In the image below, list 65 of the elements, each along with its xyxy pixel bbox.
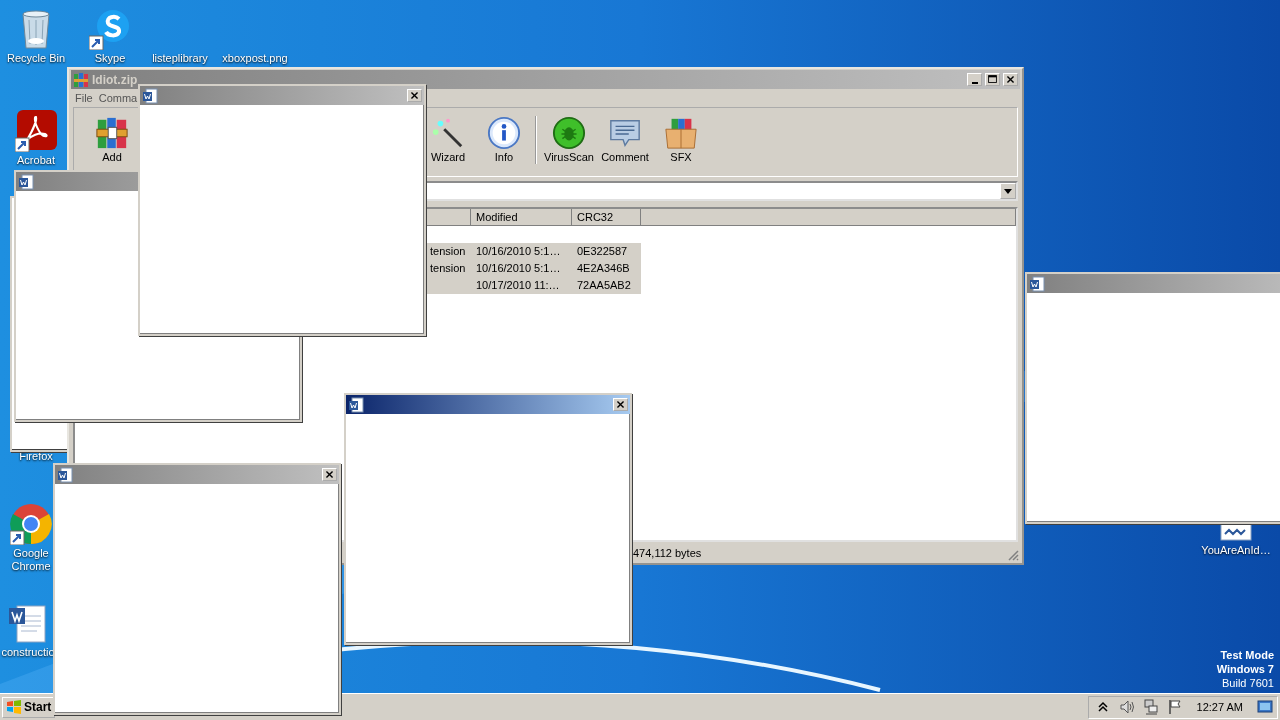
table-cell-text: 4E2A346B <box>576 261 631 276</box>
close-button[interactable] <box>1003 73 1018 86</box>
clock[interactable]: 12:27 AM <box>1196 701 1243 713</box>
table-cell-text: tension <box>429 244 467 259</box>
books-icon <box>95 116 129 150</box>
document-icon <box>57 466 73 483</box>
toolbar-button[interactable]: Info <box>476 114 532 165</box>
table-cell-text: 0E322587 <box>576 244 629 259</box>
desktop-icon-label[interactable]: Firefox <box>19 450 53 463</box>
column-header[interactable]: CRC32 <box>572 209 641 226</box>
os-notice-text: Windows 7 <box>1216 662 1274 676</box>
browser-icon[interactable] <box>10 503 52 545</box>
document-icon <box>142 87 158 104</box>
menu-item[interactable]: Comma <box>98 92 138 104</box>
close-icon <box>614 398 627 411</box>
column-header[interactable]: Modified <box>471 209 572 226</box>
document-icon <box>18 173 34 190</box>
minimize-button[interactable] <box>967 73 982 86</box>
desktop-icon-label[interactable]: xboxpost.png <box>222 52 288 65</box>
magic-wand-icon <box>431 116 465 150</box>
table-cell-text: 10/17/2010 11:… <box>475 278 561 293</box>
windows-logo-icon <box>6 699 22 715</box>
desktop-icon-label[interactable]: listeplibrary <box>152 52 208 65</box>
show-desktop-icon[interactable] <box>1257 699 1273 715</box>
pdf-app-icon[interactable] <box>15 110 57 152</box>
document-icon[interactable] <box>7 602 49 644</box>
desktop-icon-label[interactable]: Google Chrome <box>5 547 57 573</box>
flag-icon[interactable] <box>1166 699 1183 715</box>
status-text: 474,112 bytes <box>633 547 702 559</box>
desktop-icon-label[interactable]: YouAreAnId… <box>1201 544 1271 557</box>
os-notice-text: Test Mode <box>1220 648 1274 662</box>
maximize-button[interactable] <box>985 73 1000 86</box>
toolbar-button[interactable]: SFX <box>653 114 709 165</box>
bug-icon <box>552 116 586 150</box>
chat-app-icon[interactable] <box>89 8 131 50</box>
close-icon <box>408 89 421 102</box>
document-icon <box>1029 275 1045 292</box>
os-notice-text: Build 7601 <box>1222 676 1274 690</box>
menu-item[interactable]: File <box>75 92 93 104</box>
close-icon <box>1004 73 1017 86</box>
table-cell-text: 72AA5AB2 <box>576 278 632 293</box>
network-icon[interactable] <box>1142 699 1159 715</box>
close-button[interactable] <box>322 468 337 481</box>
toolbar-button[interactable]: Comment <box>597 114 653 165</box>
dropdown-button[interactable] <box>1000 183 1016 199</box>
books-icon <box>73 71 89 88</box>
close-icon <box>323 468 336 481</box>
table-cell-text: 10/16/2010 5:1… <box>475 244 562 259</box>
minimize-icon <box>971 81 978 84</box>
window-title: Idiot.zip <box>92 72 139 87</box>
desktop-icon-label[interactable]: Acrobat <box>17 154 55 167</box>
box-icon <box>664 116 698 150</box>
document-icon <box>348 396 364 413</box>
close-button[interactable] <box>407 89 422 102</box>
table-cell-text: tension <box>429 261 467 276</box>
start-button[interactable]: Start <box>2 696 56 718</box>
desktop-icon-label[interactable]: Skype <box>94 52 126 65</box>
speaker-icon[interactable] <box>1118 699 1135 715</box>
toolbar-button[interactable]: VirusScan <box>541 114 597 165</box>
close-button[interactable] <box>613 398 628 411</box>
column-header[interactable] <box>425 209 471 226</box>
maximize-icon <box>986 73 999 86</box>
info-icon <box>487 116 521 150</box>
resize-grip-icon[interactable] <box>1007 549 1019 561</box>
table-cell-text: 10/16/2010 5:1… <box>475 261 562 276</box>
